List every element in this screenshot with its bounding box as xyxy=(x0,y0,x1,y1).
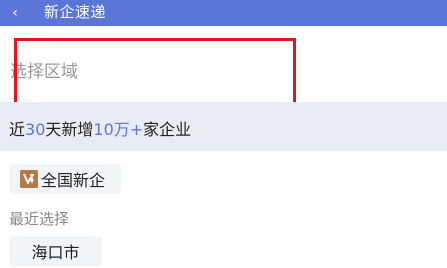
stats-suffix: 家企业 xyxy=(143,120,192,139)
select-region-field[interactable]: 选择区域 xyxy=(0,38,447,100)
stats-prefix: 近 xyxy=(9,120,26,139)
page-title: 新企速递 xyxy=(44,3,107,21)
stats-text: 近30天新增10万+家企业 xyxy=(9,116,191,140)
stats-count: 10万+ xyxy=(93,120,144,139)
recent-city-chip[interactable]: 海口市 xyxy=(9,236,102,266)
app-header: ‹ 新企速递 xyxy=(0,0,447,26)
stats-middle: 天新增 xyxy=(45,120,94,139)
national-new-companies-label: 全国新企 xyxy=(41,171,106,190)
brand-logo-icon xyxy=(20,170,38,188)
recent-selection-heading: 最近选择 xyxy=(9,210,70,228)
national-new-companies-button[interactable]: 全国新企 xyxy=(9,164,121,194)
stats-days: 30 xyxy=(25,120,46,139)
stats-banner: 近30天新增10万+家企业 xyxy=(0,102,447,151)
select-region-placeholder: 选择区域 xyxy=(10,62,78,82)
chevron-left-icon[interactable]: ‹ xyxy=(6,3,24,23)
